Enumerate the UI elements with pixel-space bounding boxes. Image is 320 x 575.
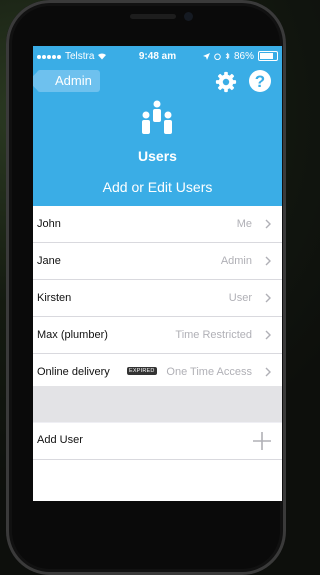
- user-name: Kirsten: [37, 292, 72, 304]
- user-row-jane[interactable]: Jane Admin: [33, 243, 282, 280]
- empty-area: [33, 460, 282, 501]
- front-camera: [184, 12, 193, 21]
- user-role: Time Restricted: [175, 329, 252, 341]
- app-screen: Telstra 9:48 am 86% Admin ? Users Add or…: [33, 46, 282, 501]
- bluetooth-icon: [225, 52, 230, 60]
- status-right: 86%: [202, 50, 278, 62]
- user-role: One Time Access: [166, 366, 252, 378]
- user-row-john[interactable]: John Me: [33, 206, 282, 243]
- user-role: User: [228, 292, 252, 304]
- user-row-kirsten[interactable]: Kirsten User: [33, 280, 282, 317]
- user-name: Online delivery: [37, 366, 110, 378]
- chevron-right-icon: [265, 367, 271, 377]
- speaker: [130, 14, 176, 19]
- alarm-icon: [214, 53, 221, 60]
- header: Telstra 9:48 am 86% Admin ? Users Add or…: [33, 46, 282, 206]
- user-role: Me: [236, 218, 252, 230]
- add-user-label: Add User: [37, 434, 83, 446]
- users-icon: [142, 100, 172, 134]
- chevron-right-icon: [265, 293, 271, 303]
- user-list: John Me Jane Admin Kirsten User Max (plu…: [33, 206, 282, 391]
- user-row-max[interactable]: Max (plumber) Time Restricted: [33, 317, 282, 354]
- plus-icon: [253, 432, 271, 450]
- battery-icon: [258, 51, 278, 61]
- status-bar: Telstra 9:48 am 86%: [33, 46, 282, 66]
- phone-frame: Telstra 9:48 am 86% Admin ? Users Add or…: [6, 0, 286, 575]
- back-button-label: Admin: [55, 73, 92, 88]
- back-button[interactable]: Admin: [37, 70, 100, 92]
- chevron-right-icon: [265, 219, 271, 229]
- user-role: Admin: [220, 255, 252, 267]
- page-subtitle: Add or Edit Users: [102, 179, 213, 195]
- help-icon[interactable]: ?: [249, 70, 271, 92]
- add-user-button[interactable]: Add User: [33, 423, 282, 460]
- section-separator: [33, 386, 282, 422]
- battery-percent: 86%: [233, 50, 254, 62]
- location-icon: [202, 52, 210, 60]
- chevron-right-icon: [265, 330, 271, 340]
- gear-icon[interactable]: [215, 71, 237, 93]
- user-name: Max (plumber): [37, 329, 108, 341]
- chevron-right-icon: [265, 256, 271, 266]
- page-title: Users: [138, 148, 177, 164]
- user-name: Jane: [37, 255, 61, 267]
- user-name: John: [37, 218, 61, 230]
- expired-badge: EXPIRED: [127, 367, 157, 375]
